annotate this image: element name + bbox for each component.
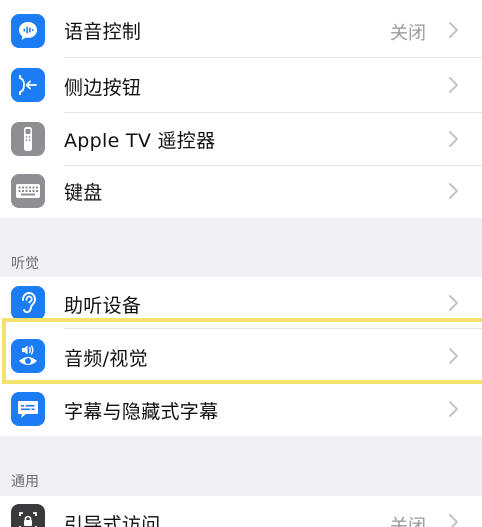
section-header-general: 通用 <box>11 474 39 490</box>
voice-control-label: 语音控制 <box>64 21 142 43</box>
section-header-hearing: 听觉 <box>11 256 39 272</box>
audio-visual-icon <box>11 339 45 373</box>
row-subtitles-captioning[interactable]: 字幕与隐藏式字幕 <box>0 383 482 436</box>
chevron-right-icon <box>449 295 458 311</box>
chevron-right-icon <box>449 22 458 38</box>
subtitles-icon <box>11 392 45 426</box>
voice-control-icon <box>11 14 45 48</box>
accessibility-settings-screen: 语音控制 关闭 侧边按钮 Apple TV 遥控器 键盘 听觉 助听设备 音频/… <box>0 0 482 527</box>
apple-tv-remote-label: Apple TV 遥控器 <box>64 130 216 152</box>
ear-icon <box>11 286 45 320</box>
row-hearing-devices[interactable]: 助听设备 <box>0 277 482 329</box>
hearing-devices-label: 助听设备 <box>64 295 142 317</box>
audio-visual-label: 音频/视觉 <box>64 348 148 370</box>
keyboard-label: 键盘 <box>64 182 103 204</box>
apple-tv-remote-icon <box>11 122 45 156</box>
row-voice-control[interactable]: 语音控制 关闭 <box>0 0 482 58</box>
subtitles-captioning-label: 字幕与隐藏式字幕 <box>64 401 219 423</box>
chevron-right-icon <box>449 183 458 199</box>
guided-access-value: 关闭 <box>390 516 426 527</box>
chevron-right-icon <box>449 348 458 364</box>
side-button-label: 侧边按钮 <box>64 77 142 99</box>
keyboard-icon <box>11 174 45 208</box>
row-guided-access[interactable]: 引导式访问 关闭 <box>0 496 482 527</box>
chevron-right-icon <box>449 131 458 147</box>
chevron-right-icon <box>449 77 458 93</box>
row-keyboard[interactable]: 键盘 <box>0 166 482 218</box>
voice-control-value: 关闭 <box>390 23 426 44</box>
guided-access-label: 引导式访问 <box>64 514 161 527</box>
side-button-icon <box>11 68 45 102</box>
chevron-right-icon <box>449 514 458 527</box>
row-audio-visual[interactable]: 音频/视觉 <box>0 329 482 383</box>
chevron-right-icon <box>449 401 458 417</box>
row-side-button[interactable]: 侧边按钮 <box>0 58 482 113</box>
guided-access-icon <box>11 504 45 527</box>
row-apple-tv-remote[interactable]: Apple TV 遥控器 <box>0 113 482 166</box>
